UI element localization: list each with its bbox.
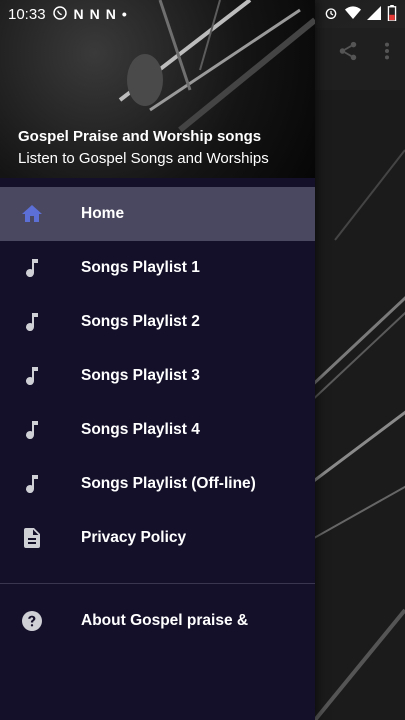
menu-item-playlist-offline[interactable]: Songs Playlist (Off-line) xyxy=(0,457,315,511)
menu-item-playlist-3[interactable]: Songs Playlist 3 xyxy=(0,349,315,403)
notification-n-icon: N xyxy=(89,6,100,22)
document-icon xyxy=(0,526,81,550)
menu-item-privacy-policy[interactable]: Privacy Policy xyxy=(0,511,315,565)
menu-item-label: Songs Playlist 1 xyxy=(81,259,200,276)
whatsapp-icon xyxy=(52,5,68,24)
notification-n-icon: N xyxy=(105,6,116,22)
battery-icon xyxy=(387,4,397,24)
menu-item-label: Privacy Policy xyxy=(81,529,187,546)
status-time: 10:33 xyxy=(8,5,46,23)
menu-item-label: Songs Playlist (Off-line) xyxy=(81,475,256,492)
music-note-icon xyxy=(0,310,81,334)
menu-item-playlist-1[interactable]: Songs Playlist 1 xyxy=(0,241,315,295)
share-icon[interactable] xyxy=(337,40,359,62)
menu-item-home[interactable]: Home xyxy=(0,187,315,241)
menu-item-label: Songs Playlist 4 xyxy=(81,421,200,438)
navigation-drawer: Gospel Praise and Worship songs Listen t… xyxy=(0,0,315,720)
wifi-icon xyxy=(345,5,361,23)
more-options-icon[interactable] xyxy=(383,40,391,62)
drawer-title: Gospel Praise and Worship songs xyxy=(18,128,262,145)
menu-item-label: Songs Playlist 2 xyxy=(81,313,200,330)
music-note-icon xyxy=(0,256,81,280)
alarm-icon xyxy=(323,5,339,24)
music-note-icon xyxy=(0,472,81,496)
home-icon xyxy=(0,202,81,226)
signal-icon xyxy=(367,5,381,23)
help-icon xyxy=(0,609,81,633)
drawer-subtitle: Listen to Gospel Songs and Worships xyxy=(18,150,269,167)
music-note-icon xyxy=(0,418,81,442)
music-note-icon xyxy=(0,364,81,388)
drawer-menu: Home Songs Playlist 1 Songs Playlist 2 S… xyxy=(0,187,315,648)
menu-item-label: Songs Playlist 3 xyxy=(81,367,200,384)
menu-item-label: About Gospel praise & xyxy=(81,612,249,629)
background-image xyxy=(315,90,405,720)
menu-item-about[interactable]: About Gospel praise & xyxy=(0,594,315,648)
menu-divider xyxy=(0,583,315,584)
menu-item-label: Home xyxy=(81,205,125,222)
status-bar: 10:33 N N N • xyxy=(0,0,405,28)
notification-n-icon: N xyxy=(73,6,84,22)
menu-item-playlist-4[interactable]: Songs Playlist 4 xyxy=(0,403,315,457)
menu-item-playlist-2[interactable]: Songs Playlist 2 xyxy=(0,295,315,349)
dot-icon: • xyxy=(121,6,127,22)
